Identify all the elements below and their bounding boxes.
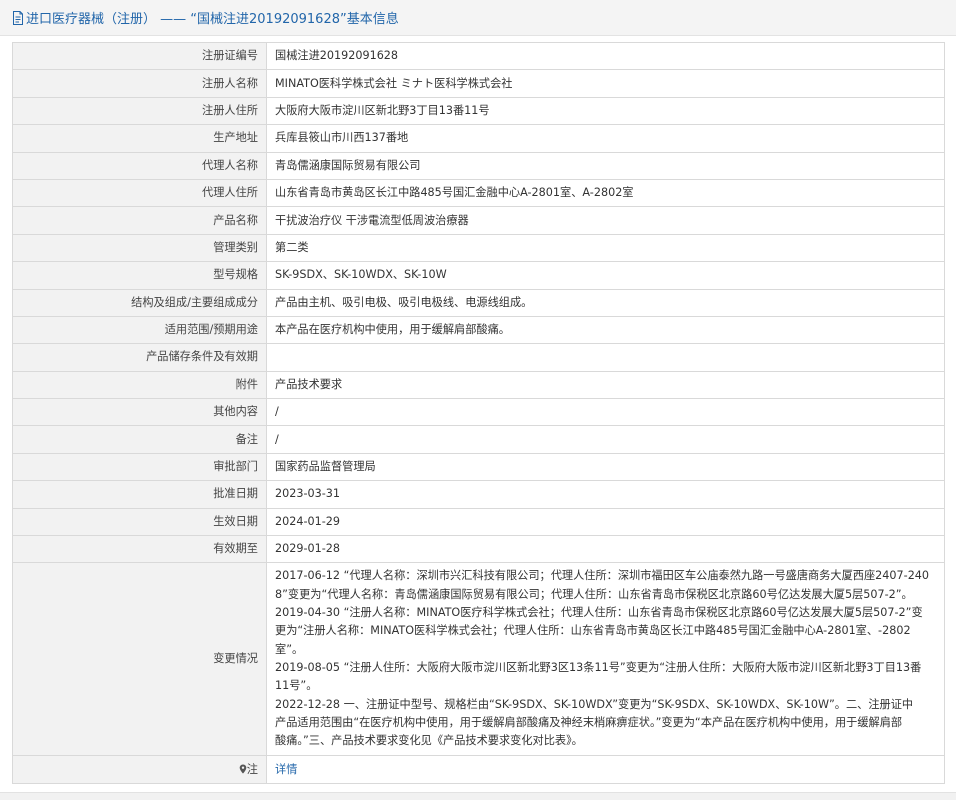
- row-label: 备注: [12, 425, 267, 454]
- info-row: 产品名称 干扰波治疗仪 干涉電流型低周波治療器: [12, 206, 945, 235]
- row-label: 附件: [12, 370, 267, 400]
- info-row: 结构及组成/主要组成成分 产品由主机、吸引电极、吸引电极线、电源线组成。: [12, 288, 945, 317]
- row-value: 国械注进20192091628: [266, 41, 945, 71]
- row-value: 产品由主机、吸引电极、吸引电极线、电源线组成。: [266, 288, 945, 317]
- row-value: 2029-01-28: [266, 535, 945, 564]
- document-icon: [13, 10, 23, 25]
- row-label: 批准日期: [12, 480, 267, 509]
- row-label: 审批部门: [12, 452, 267, 482]
- info-row: 产品储存条件及有效期: [12, 343, 945, 372]
- row-value: 第二类: [266, 233, 945, 263]
- location-pin-icon: [239, 764, 247, 774]
- info-row: 有效期至 2029-01-28: [12, 535, 945, 564]
- info-row: 注册证编号 国械注进20192091628: [12, 41, 945, 71]
- info-row: 代理人名称 青岛儒涵康国际贸易有限公司: [12, 151, 945, 180]
- info-row: 型号规格 SK-9SDX、SK-10WDX、SK-10W: [12, 261, 945, 290]
- change-line: 2019-08-05 “注册人住所：大阪府大阪市淀川区新北野3区13条11号”变…: [275, 660, 922, 674]
- row-label: 生效日期: [12, 507, 267, 537]
- row-label: 生产地址: [12, 124, 267, 153]
- row-value: 兵库县筱山市川西137番地: [266, 124, 945, 153]
- row-value: [266, 343, 945, 372]
- row-label: 产品名称: [12, 206, 267, 235]
- page-title: 进口医疗器械（注册） —— “国械注进20192091628”基本信息: [26, 12, 399, 27]
- change-line: 2017-06-12 “代理人名称：深圳市兴汇科技有限公司；代理人住所：深圳市福…: [275, 569, 930, 583]
- row-value: 2023-03-31: [266, 480, 945, 509]
- note-value: 详情: [266, 755, 945, 784]
- info-row: 管理类别 第二类: [12, 233, 945, 263]
- row-label: 管理类别: [12, 233, 267, 263]
- info-row: 审批部门 国家药品监督管理局: [12, 452, 945, 482]
- row-label: 注册人名称: [12, 69, 267, 98]
- change-line: 2022-12-28 一、注册证中型号、规格栏由“SK-9SDX、SK-10WD…: [275, 697, 914, 711]
- row-label: 注册证编号: [12, 41, 267, 71]
- row-value: 产品技术要求: [266, 370, 945, 400]
- change-line: 8”变更为“代理人名称：青岛儒涵康国际贸易有限公司；代理人住所：山东省青岛市保税…: [275, 587, 913, 601]
- info-row: 其他内容 /: [12, 398, 945, 427]
- detail-link[interactable]: 详情: [275, 763, 297, 776]
- row-value: 国家药品监督管理局: [266, 452, 945, 482]
- change-line: 2019-04-30 “注册人名称：MINATO医疗科学株式会社；代理人住所：山…: [275, 606, 923, 620]
- changes-value: 2017-06-12 “代理人名称：深圳市兴汇科技有限公司；代理人住所：深圳市福…: [266, 562, 945, 757]
- device-info-table: 注册证编号 国械注进20192091628 注册人名称 MINATO医科学株式会…: [12, 41, 945, 784]
- row-value: MINATO医科学株式会社 ミナト医科学株式会社: [266, 69, 945, 98]
- bottom-bar: [0, 792, 956, 800]
- info-row: 生效日期 2024-01-29: [12, 507, 945, 537]
- row-value: /: [266, 398, 945, 427]
- row-label: 产品储存条件及有效期: [12, 343, 267, 372]
- row-value: 大阪府大阪市淀川区新北野3丁目13番11号: [266, 96, 945, 126]
- info-row: 注册人住所 大阪府大阪市淀川区新北野3丁目13番11号: [12, 96, 945, 126]
- change-line: 更为“注册人名称：MINATO医科学株式会社；代理人住所：山东省青岛市黄岛区长江…: [275, 624, 911, 638]
- row-value: /: [266, 425, 945, 454]
- change-line: 酸痛。”三、产品技术要求变化见《产品技术要求变化对比表》。: [275, 734, 583, 748]
- page-header: 进口医疗器械（注册） —— “国械注进20192091628”基本信息: [0, 0, 956, 36]
- row-value: 山东省青岛市黄岛区长江中路485号国汇金融中心A-2801室、A-2802室: [266, 178, 945, 208]
- info-row: 代理人住所 山东省青岛市黄岛区长江中路485号国汇金融中心A-2801室、A-2…: [12, 178, 945, 208]
- info-row: 批准日期 2023-03-31: [12, 480, 945, 509]
- note-label-cell: 注: [12, 755, 267, 784]
- row-label: 结构及组成/主要组成成分: [12, 288, 267, 317]
- row-value: 本产品在医疗机构中使用，用于缓解肩部酸痛。: [266, 315, 945, 345]
- row-label: 型号规格: [12, 261, 267, 290]
- note-row: 注 详情: [12, 755, 945, 784]
- row-label: 代理人名称: [12, 151, 267, 180]
- note-label: 注: [246, 762, 258, 776]
- info-row: 附件 产品技术要求: [12, 370, 945, 400]
- change-line: 室”。: [275, 642, 304, 656]
- row-value: 2024-01-29: [266, 507, 945, 537]
- info-row: 注册人名称 MINATO医科学株式会社 ミナト医科学株式会社: [12, 69, 945, 98]
- info-row: 适用范围/预期用途 本产品在医疗机构中使用，用于缓解肩部酸痛。: [12, 315, 945, 345]
- change-line: 产品适用范围由“在医疗机构中使用，用于缓解肩部酸痛及神经末梢麻痹症状。”变更为“…: [275, 715, 903, 729]
- change-line: 11号”。: [275, 679, 318, 693]
- info-row: 生产地址 兵库县筱山市川西137番地: [12, 124, 945, 153]
- row-label: 其他内容: [12, 398, 267, 427]
- row-value: 干扰波治疗仪 干涉電流型低周波治療器: [266, 206, 945, 235]
- changes-row: 变更情况 2017-06-12 “代理人名称：深圳市兴汇科技有限公司；代理人住所…: [12, 562, 945, 757]
- row-label: 有效期至: [12, 535, 267, 564]
- row-value: SK-9SDX、SK-10WDX、SK-10W: [266, 261, 945, 290]
- row-label: 代理人住所: [12, 178, 267, 208]
- row-label: 适用范围/预期用途: [12, 315, 267, 345]
- info-row: 备注 /: [12, 425, 945, 454]
- row-label: 注册人住所: [12, 96, 267, 126]
- row-value: 青岛儒涵康国际贸易有限公司: [266, 151, 945, 180]
- changes-label: 变更情况: [12, 562, 267, 757]
